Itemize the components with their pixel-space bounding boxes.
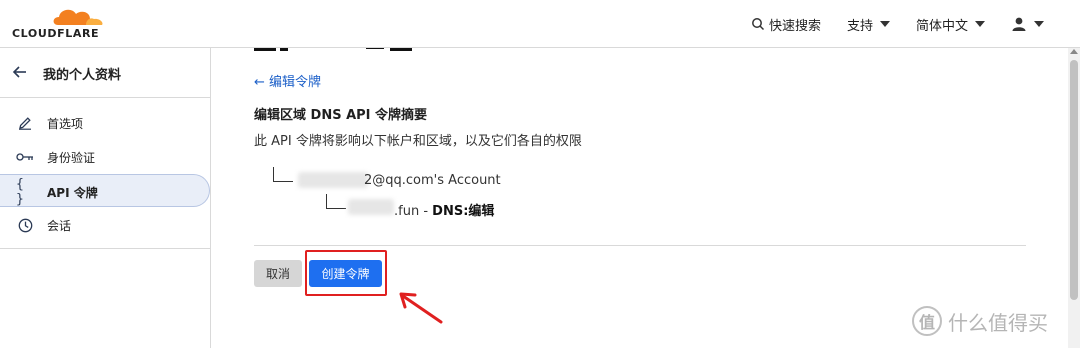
support-label: 支持 <box>846 18 873 34</box>
sidebar-item-api-tokens[interactable]: { } API 令牌 <box>0 174 210 207</box>
chevron-down-icon <box>975 21 985 27</box>
logo-text: CLOUDFLARE <box>12 27 100 40</box>
sidebar-item-sessions[interactable]: 会话 <box>0 208 210 241</box>
chevron-down-icon <box>1034 21 1044 27</box>
header-actions: 快速搜索 支持 简体中文 <box>751 0 1044 48</box>
redacted-text <box>298 172 368 188</box>
key-icon <box>16 148 34 166</box>
vertical-scrollbar[interactable] <box>1068 48 1080 348</box>
arrow-left-icon[interactable] <box>12 64 28 80</box>
support-menu[interactable]: 支持 <box>847 15 890 34</box>
sidebar-item-label: 身份验证 <box>47 151 96 165</box>
pencil-icon <box>16 114 34 132</box>
zone-permission: .fun - DNS:编辑 <box>394 200 494 219</box>
user-icon <box>1012 17 1026 31</box>
account-name: 2@qq.com's Account <box>364 173 501 188</box>
sidebar-divider <box>0 248 210 249</box>
quick-search-button[interactable]: 快速搜索 <box>751 15 821 34</box>
sidebar-item-authentication[interactable]: 身份验证 <box>0 140 210 173</box>
sidebar-title: 我的个人资料 <box>43 68 122 83</box>
sidebar-item-preferences[interactable]: 首选项 <box>0 106 210 139</box>
cancel-button[interactable]: 取消 <box>254 260 302 287</box>
annotation-arrow-icon <box>399 292 443 324</box>
sidebar: 我的个人资料 首选项 身份验证 { } API 令牌 会话 <box>0 48 211 348</box>
summary-title: 编辑区域 DNS API 令牌摘要 <box>254 108 428 123</box>
redacted-text <box>348 199 394 215</box>
user-menu[interactable] <box>1011 16 1044 32</box>
main-content: ← 编辑令牌 编辑区域 DNS API 令牌摘要 此 API 令牌将影响以下帐户… <box>212 48 1068 348</box>
permission-label: DNS:编辑 <box>432 204 495 219</box>
watermark-text: 什么值得买 <box>948 310 1048 335</box>
sidebar-item-label: 会话 <box>47 219 72 233</box>
content-divider <box>254 245 1026 246</box>
braces-icon: { } <box>16 177 24 207</box>
top-header: CLOUDFLARE 快速搜索 支持 简体中文 <box>0 0 1080 48</box>
sidebar-item-label: API 令牌 <box>47 186 98 200</box>
create-token-button[interactable]: 创建令牌 <box>309 260 382 287</box>
clock-icon <box>16 216 34 234</box>
tree-connector <box>326 194 346 209</box>
language-menu[interactable]: 简体中文 <box>916 15 985 34</box>
summary-description: 此 API 令牌将影响以下帐户和区域，以及它们各自的权限 <box>254 134 582 149</box>
watermark-logo: 值 <box>912 306 942 336</box>
zone-name: .fun - <box>394 204 433 219</box>
cloudflare-logo[interactable]: CLOUDFLARE <box>12 5 103 43</box>
watermark: 值 什么值得买 <box>912 306 1048 336</box>
arrow-left-icon: ← <box>254 75 270 90</box>
chevron-down-icon <box>879 21 890 27</box>
language-label: 简体中文 <box>915 18 968 34</box>
search-icon <box>752 18 764 31</box>
edit-token-back-link[interactable]: ← 编辑令牌 <box>254 71 321 90</box>
back-link-label: 编辑令牌 <box>269 75 322 90</box>
quick-search-label: 快速搜索 <box>768 18 821 34</box>
cloud-icon <box>53 9 103 25</box>
tree-connector <box>273 167 293 182</box>
sidebar-header[interactable]: 我的个人资料 <box>0 48 210 98</box>
scroll-thumb[interactable] <box>1070 60 1078 300</box>
scroll-up-icon[interactable] <box>1070 49 1078 54</box>
sidebar-item-label: 首选项 <box>47 117 84 131</box>
